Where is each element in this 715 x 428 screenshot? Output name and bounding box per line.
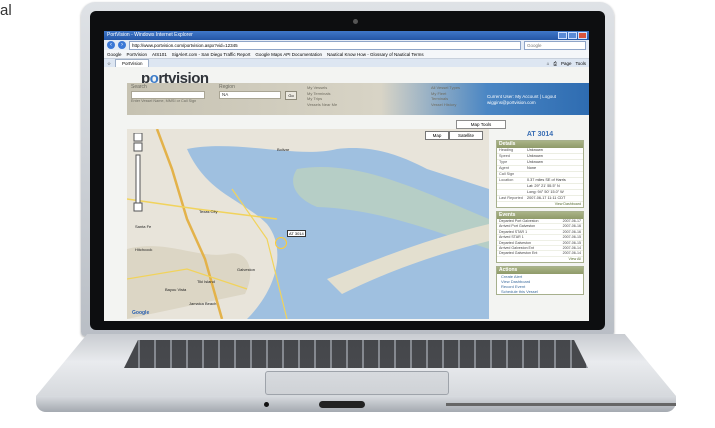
events-more-link[interactable]: View All: [497, 257, 583, 262]
option-all-types[interactable]: All Vessel Types: [431, 85, 460, 91]
link-ais101[interactable]: AIS101: [152, 52, 167, 57]
link-portvision[interactable]: PortVision: [127, 52, 147, 57]
details-heading: Details: [497, 141, 583, 148]
place-bolivar: Bolivar: [277, 147, 290, 152]
region-label: Region: [219, 84, 235, 90]
filter-options: All Vessel Types My Fleet Terminals Vess…: [431, 85, 460, 107]
actions-heading: Actions: [497, 266, 583, 274]
address-input[interactable]: http://www.portvision.com/portvision.asp…: [129, 40, 521, 50]
print-icon[interactable]: ⎙: [553, 61, 557, 66]
user-email: wiggins@portvision.com: [487, 100, 536, 105]
place-santa-fe: Santa Fe: [135, 224, 152, 229]
keyboard: [124, 340, 588, 368]
laptop-base: [36, 334, 676, 418]
user-box: Current User: My Account | Logout wiggin…: [487, 94, 556, 106]
minimize-button[interactable]: [558, 32, 567, 39]
tools-menu[interactable]: Tools: [575, 61, 586, 66]
map-area[interactable]: Map Satellite Bolivar Texas City Galvest…: [127, 129, 489, 319]
web-page: portvision Search Enter Vessel Name, MMS…: [104, 67, 589, 321]
search-label: Search: [131, 84, 147, 90]
action-schedule-vessel[interactable]: Schedule this Vessel: [497, 289, 583, 294]
back-icon[interactable]: ‹: [107, 41, 115, 49]
partial-caption: al: [0, 2, 12, 19]
maximize-button[interactable]: [568, 32, 577, 39]
window-title: PortVision - Windows Internet Explorer: [107, 32, 193, 38]
actions-panel: Actions Create Alert View Dashboard Reco…: [496, 265, 584, 295]
details-panel: Details Heading Unknown Speed Unknown Type…: [496, 140, 584, 208]
account-links[interactable]: My Account | Logout: [515, 94, 556, 99]
screen-bezel: PortVision - Windows Internet Explorer ‹…: [90, 11, 605, 330]
search-options: My Vessels My Terminals My Trips Vessels…: [307, 85, 337, 107]
map-tools-button[interactable]: Map Tools: [456, 120, 506, 129]
link-sigalert[interactable]: SigAlert.com - San Diego Traffic Report: [172, 52, 251, 57]
window-controls: [558, 32, 587, 39]
star-icon[interactable]: ☆: [107, 61, 111, 67]
place-hitchcock: Hitchcock: [135, 247, 153, 252]
laptop-lid: PortVision - Windows Internet Explorer ‹…: [81, 2, 614, 336]
place-galveston: Galveston: [237, 267, 256, 272]
vessel-map-label[interactable]: AT 3014: [287, 230, 306, 237]
close-button[interactable]: [578, 32, 587, 39]
place-tiki-island: Tiki Island: [197, 279, 215, 284]
home-icon[interactable]: ⌂: [547, 61, 550, 66]
map-attribution: Google: [132, 310, 150, 316]
option-vessel-history[interactable]: Vessel History: [431, 102, 460, 108]
details-more-link[interactable]: View Dashboard: [497, 202, 583, 207]
region-select[interactable]: NA: [219, 91, 281, 99]
user-label: Current User:: [487, 94, 515, 99]
lid-latch: [319, 401, 365, 408]
place-jamaica-beach: Jamaica Beach: [189, 301, 217, 306]
page-menu[interactable]: Page: [561, 61, 572, 66]
window-titlebar: PortVision - Windows Internet Explorer: [104, 31, 589, 40]
place-texas-city: Texas City: [199, 209, 218, 214]
search-hint: Enter Vessel Name, MMSI or Call Sign: [131, 99, 197, 103]
forward-icon[interactable]: ›: [118, 41, 126, 49]
command-bar: ⌂ ⎙ Page Tools: [547, 61, 586, 66]
vessel-title: AT 3014: [526, 131, 554, 138]
zoom-control[interactable]: [131, 132, 145, 218]
webcam: [353, 19, 358, 24]
map-type-satellite[interactable]: Satellite: [449, 131, 483, 140]
disc-slot: [446, 403, 676, 406]
links-bar: Google PortVision AIS101 SigAlert.com - …: [104, 50, 589, 59]
link-nautical[interactable]: Nautical Know How - Glossary of Nautical…: [327, 52, 424, 57]
search-input[interactable]: Google: [524, 40, 586, 50]
link-gmaps-api[interactable]: Google Maps API Documentation: [255, 52, 322, 57]
go-button[interactable]: Go: [285, 91, 297, 100]
vessel-side-panel: AT 3014 Details Heading Unknown Speed Unkn…: [496, 129, 584, 298]
vessel-search-input[interactable]: [131, 91, 205, 99]
vessel-marker[interactable]: [275, 237, 287, 249]
link-google[interactable]: Google: [107, 52, 122, 57]
browser-window: PortVision - Windows Internet Explorer ‹…: [104, 31, 589, 321]
events-panel: Events Departed Port Galveston 2007-06-17…: [496, 211, 584, 263]
events-heading: Events: [497, 212, 583, 219]
place-bayou-vista: Bayou Vista: [165, 287, 187, 292]
option-vessels-near-me[interactable]: Vessels Near Me: [307, 102, 337, 108]
map-type-map[interactable]: Map: [425, 131, 449, 140]
trackpad: [265, 371, 449, 395]
power-led: [264, 402, 269, 407]
address-bar-row: ‹ › http://www.portvision.com/portvision…: [104, 40, 589, 50]
